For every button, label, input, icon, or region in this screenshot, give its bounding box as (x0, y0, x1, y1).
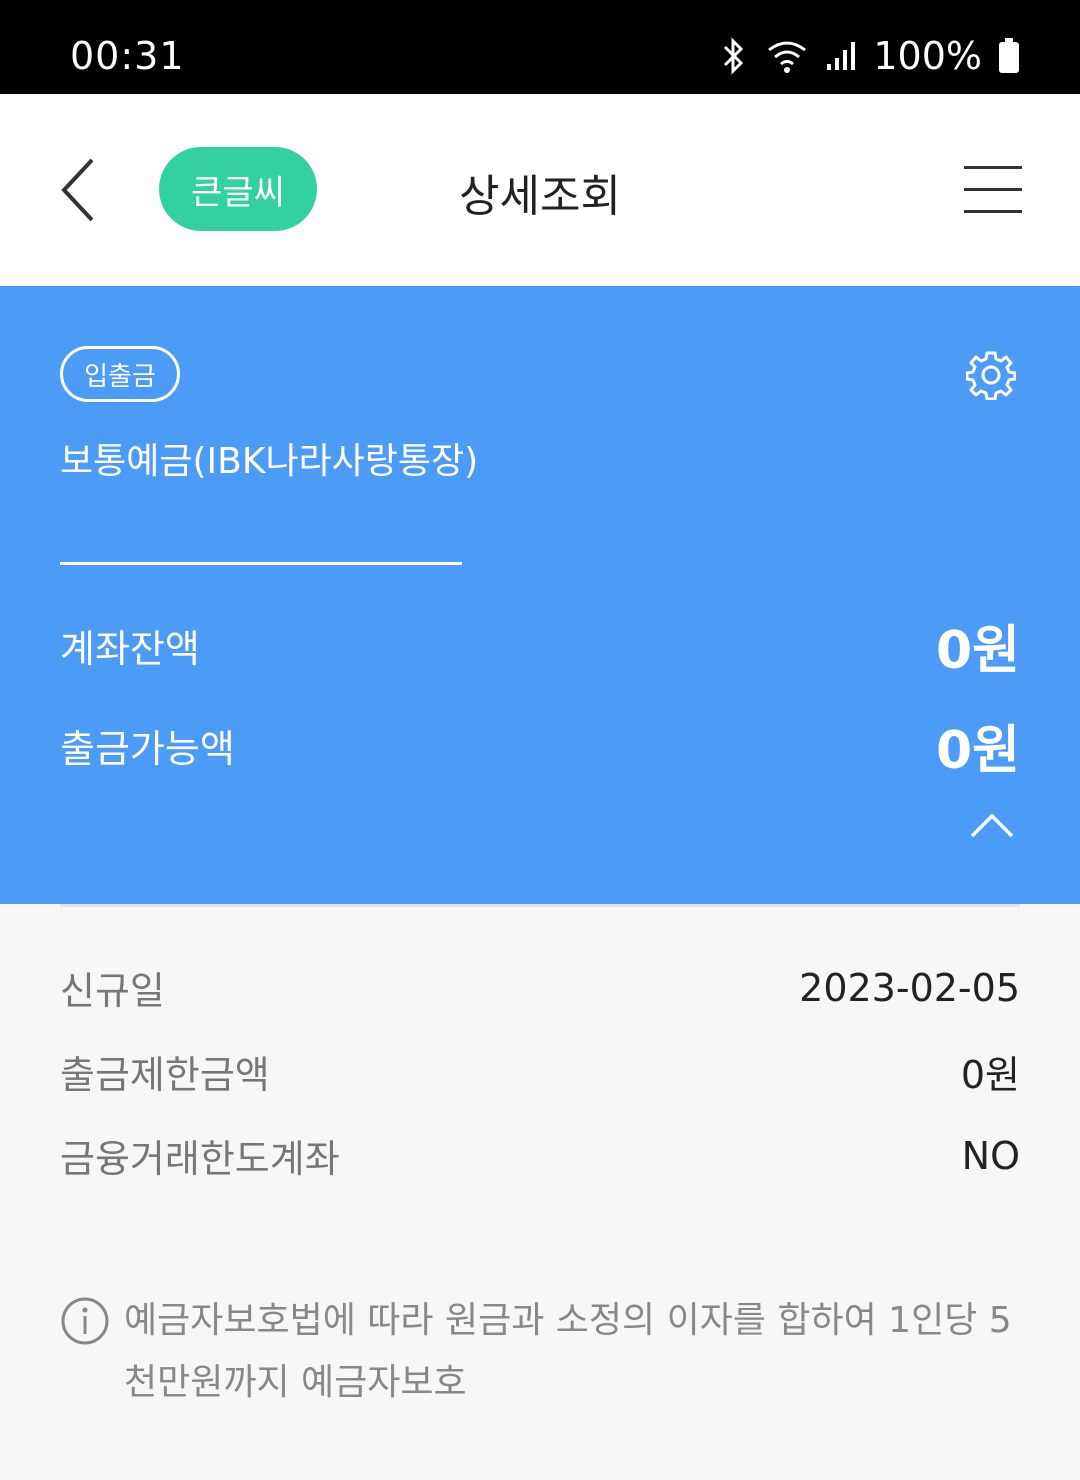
detail-label: 출금제한금액 (60, 1053, 270, 1097)
notice-text: 예금자보호법에 따라 원금과 소정의 이자를 합하여 1인당 5 천만원까지 예… (124, 1290, 1012, 1414)
hamburger-menu-icon (964, 166, 1022, 213)
available-row: 출금가능액 0원 (60, 708, 1020, 783)
balance-label: 계좌잔액 (60, 627, 200, 671)
detail-row-open-date: 신규일 2023-02-05 (60, 960, 1020, 1015)
deposit-protection-notice: 예금자보호법에 따라 원금과 소정의 이자를 합하여 1인당 5 천만원까지 예… (60, 1296, 1020, 1414)
divider (60, 904, 1020, 907)
wifi-icon (768, 41, 807, 73)
status-bar: 00:31 100% (0, 0, 1080, 94)
info-icon (61, 1297, 109, 1345)
available-value: 0원 (935, 721, 1020, 781)
account-type-badge: 입출금 (60, 346, 180, 402)
collapse-button[interactable] (968, 810, 1016, 840)
signal-icon (827, 42, 856, 70)
status-icons: 100% (719, 34, 1020, 78)
app-bar: 큰글씨 상세조회 (0, 94, 1080, 286)
back-button[interactable] (50, 154, 110, 226)
detail-row-withdraw-limit: 출금제한금액 0원 (60, 1044, 1020, 1099)
detail-value: 2023-02-05 (799, 965, 1020, 1010)
detail-label: 신규일 (60, 969, 165, 1013)
battery-percent: 100% (873, 34, 982, 78)
detail-value: 0원 (960, 1053, 1020, 1097)
detail-label: 금융거래한도계좌 (60, 1137, 340, 1181)
status-time: 00:31 (70, 34, 185, 78)
battery-icon (999, 38, 1019, 73)
chevron-left-icon (61, 158, 94, 222)
account-name: 보통예금(IBK나라사랑통장) (60, 441, 479, 482)
settings-button[interactable] (965, 350, 1017, 401)
notice-line-1: 예금자보호법에 따라 원금과 소정의 이자를 합하여 1인당 5 (124, 1300, 1012, 1341)
bigfont-button[interactable]: 큰글씨 (159, 147, 317, 231)
balance-value: 0원 (935, 621, 1020, 681)
menu-button[interactable] (964, 164, 1022, 216)
account-name-underline (60, 562, 462, 565)
chevron-up-icon (970, 813, 1014, 838)
notice-line-2: 천만원까지 예금자보호 (124, 1362, 467, 1403)
gear-icon (965, 351, 1017, 401)
bluetooth-icon (724, 37, 744, 75)
available-label: 출금가능액 (60, 727, 235, 771)
detail-value: NO (961, 1133, 1020, 1178)
balance-row: 계좌잔액 0원 (60, 608, 1020, 683)
detail-row-limit-account: 금융거래한도계좌 NO (60, 1128, 1020, 1183)
account-card: 입출금 보통예금(IBK나라사랑통장) 계좌잔액 0원 출금가능액 0원 (0, 286, 1080, 904)
